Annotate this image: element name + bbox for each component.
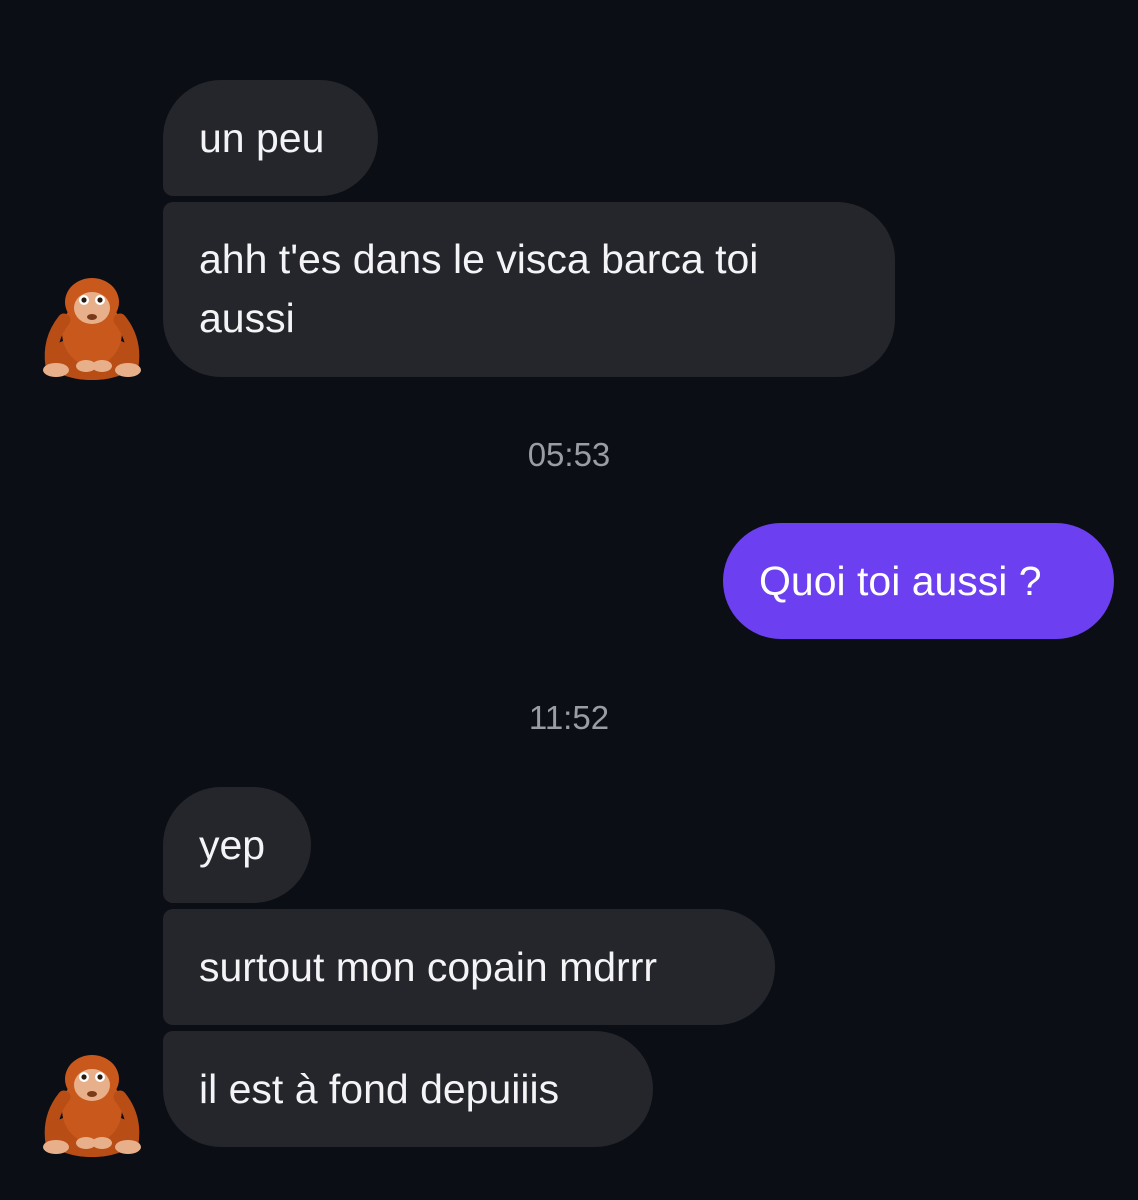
incoming-message-bubble[interactable]: surtout mon copain mdrrr [163, 909, 775, 1025]
orangutan-icon[interactable] [34, 1047, 150, 1163]
incoming-message-bubble[interactable]: yep [163, 787, 311, 903]
message-text: ahh t'es dans le visca barca toi aussi [199, 236, 759, 341]
incoming-message-bubble[interactable]: un peu [163, 80, 378, 196]
orangutan-icon[interactable] [34, 270, 150, 386]
message-text: un peu [199, 114, 325, 161]
incoming-message-bubble[interactable]: il est à fond depuiiis [163, 1031, 653, 1147]
message-text: yep [199, 821, 266, 868]
incoming-message-bubble[interactable]: ahh t'es dans le visca barca toi aussi [163, 202, 895, 377]
message-text: surtout mon copain mdrrr [199, 943, 658, 990]
outgoing-message-bubble[interactable]: Quoi toi aussi ? [723, 523, 1114, 639]
timestamp: 05:53 [527, 436, 611, 473]
timestamp: 11:52 [528, 699, 610, 736]
message-text: Quoi toi aussi ? [759, 557, 1042, 604]
message-text: il est à fond depuiiis [199, 1065, 560, 1112]
